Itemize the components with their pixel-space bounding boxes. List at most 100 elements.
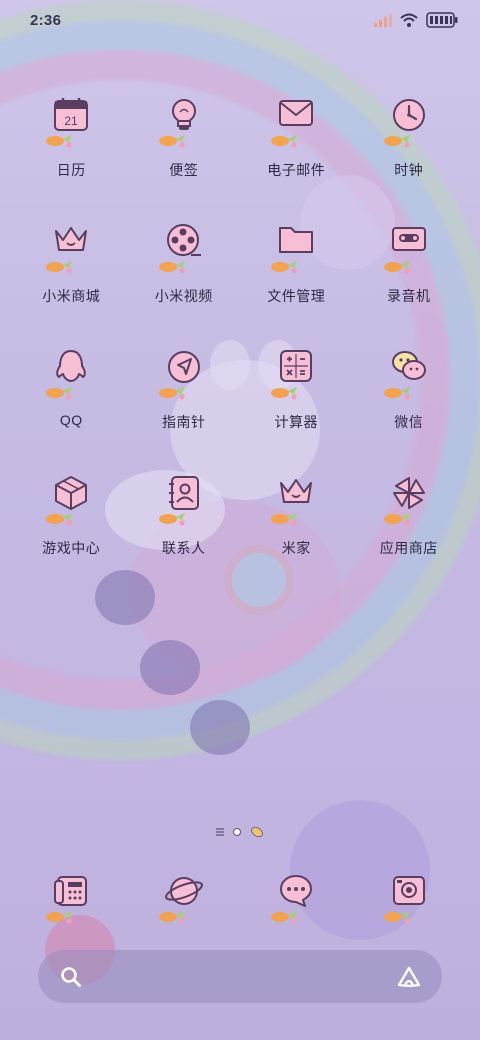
carrot-icon <box>271 911 299 924</box>
app-icon-wrap <box>41 218 101 274</box>
penguin-icon <box>56 350 87 382</box>
app-contacts[interactable]: 联系人 <box>128 470 241 596</box>
telephone-icon <box>54 876 88 906</box>
app-label: 应用商店 <box>379 540 438 556</box>
assistant-icon[interactable] <box>396 965 422 989</box>
app-file-manager[interactable]: 文件管理 <box>240 218 353 344</box>
carrot-icon <box>46 911 74 924</box>
dock-phone[interactable] <box>15 868 128 924</box>
app-email[interactable]: 电子邮件 <box>240 92 353 218</box>
app-icon-wrap <box>41 868 101 924</box>
carrot-icon <box>158 135 186 148</box>
app-icon-wrap <box>41 344 101 400</box>
app-compass[interactable]: 指南针 <box>128 344 241 470</box>
wallpaper-booster-3 <box>190 700 250 755</box>
camera-icon <box>392 876 425 905</box>
app-label: 电子邮件 <box>267 162 326 178</box>
app-label: 指南针 <box>162 414 206 430</box>
app-icon-wrap: 21 <box>41 92 101 148</box>
app-icon-wrap <box>41 470 101 526</box>
mail-icon <box>279 100 314 126</box>
lightbulb-icon <box>171 99 196 130</box>
carrot-icon <box>158 513 186 526</box>
app-mi-video[interactable]: 小米视频 <box>128 218 241 344</box>
app-game-center[interactable]: 游戏中心 <box>15 470 128 596</box>
status-bar: 2:36 <box>0 0 480 40</box>
page-dot-icon <box>233 828 241 836</box>
app-icon-wrap <box>154 868 214 924</box>
calendar-icon: 21 <box>54 98 89 131</box>
compass-icon <box>167 351 200 383</box>
app-mi-home[interactable]: 米家 <box>240 470 353 596</box>
app-recorder[interactable]: 录音机 <box>353 218 466 344</box>
app-icon-wrap <box>379 344 439 400</box>
dock-browser[interactable] <box>128 868 241 924</box>
carrot-icon <box>46 135 74 148</box>
app-mi-store[interactable]: 小米商城 <box>15 218 128 344</box>
cube-icon <box>55 476 88 510</box>
app-label: 游戏中心 <box>42 540 101 556</box>
carrot-icon <box>383 387 411 400</box>
svg-text:21: 21 <box>65 114 79 128</box>
app-label: 日历 <box>56 162 86 178</box>
carrot-icon <box>271 387 299 400</box>
cassette-icon <box>391 227 426 251</box>
carrot-page-dot-icon <box>251 826 263 838</box>
app-icon-wrap <box>379 868 439 924</box>
app-clock[interactable]: 时钟 <box>353 92 466 218</box>
app-label: 小米视频 <box>154 288 213 304</box>
page-indicator[interactable] <box>0 826 480 838</box>
app-label: 米家 <box>281 540 311 556</box>
app-label: 微信 <box>394 414 424 430</box>
carrot-icon <box>158 911 186 924</box>
app-label: QQ <box>59 412 83 428</box>
app-icon-wrap <box>379 218 439 274</box>
planet-icon <box>164 877 203 905</box>
app-label: 计算器 <box>274 414 318 430</box>
app-icon-wrap <box>266 470 326 526</box>
search-icon[interactable] <box>60 966 82 988</box>
app-label: 时钟 <box>394 162 424 178</box>
home-crown-icon <box>280 479 313 503</box>
calculator-icon <box>280 350 313 382</box>
wifi-icon <box>400 13 418 27</box>
app-label: 文件管理 <box>267 288 326 304</box>
carrot-icon <box>46 261 74 274</box>
dock-messages[interactable] <box>240 868 353 924</box>
app-icon-wrap <box>266 218 326 274</box>
app-app-store[interactable]: 应用商店 <box>353 470 466 596</box>
app-icon-wrap <box>154 218 214 274</box>
carrot-icon <box>271 513 299 526</box>
carrot-icon <box>158 387 186 400</box>
contacts-book-icon <box>168 476 199 510</box>
dock <box>15 868 465 924</box>
chat-bubbles-icon <box>391 351 426 380</box>
crown-icon <box>55 227 88 251</box>
app-wechat[interactable]: 微信 <box>353 344 466 470</box>
app-icon-wrap <box>266 868 326 924</box>
app-icon-wrap <box>154 470 214 526</box>
film-reel-icon <box>166 224 201 256</box>
carrot-icon <box>46 387 74 400</box>
status-icons <box>374 12 458 28</box>
carrot-icon <box>383 261 411 274</box>
app-grid: 21 日历 便签 电子邮件 时钟 小米商城 小米视频 文件管理 录音机 QQ 指… <box>15 92 465 596</box>
search-bar[interactable] <box>38 950 442 1003</box>
app-label: 小米商城 <box>42 288 101 304</box>
carrot-icon <box>271 135 299 148</box>
wallpaper-booster-2 <box>140 640 200 695</box>
message-bubble-icon <box>280 875 313 907</box>
app-notes[interactable]: 便签 <box>128 92 241 218</box>
dock-camera[interactable] <box>353 868 466 924</box>
app-label: 联系人 <box>162 540 206 556</box>
app-icon-wrap <box>379 470 439 526</box>
carrot-icon <box>158 261 186 274</box>
carrot-icon <box>271 261 299 274</box>
app-icon-wrap <box>266 344 326 400</box>
store-pinwheel-icon <box>392 477 425 509</box>
folder-icon <box>279 227 314 253</box>
app-calendar[interactable]: 21 日历 <box>15 92 128 218</box>
battery-icon <box>426 12 458 28</box>
app-calculator[interactable]: 计算器 <box>240 344 353 470</box>
app-qq[interactable]: QQ <box>15 344 128 470</box>
